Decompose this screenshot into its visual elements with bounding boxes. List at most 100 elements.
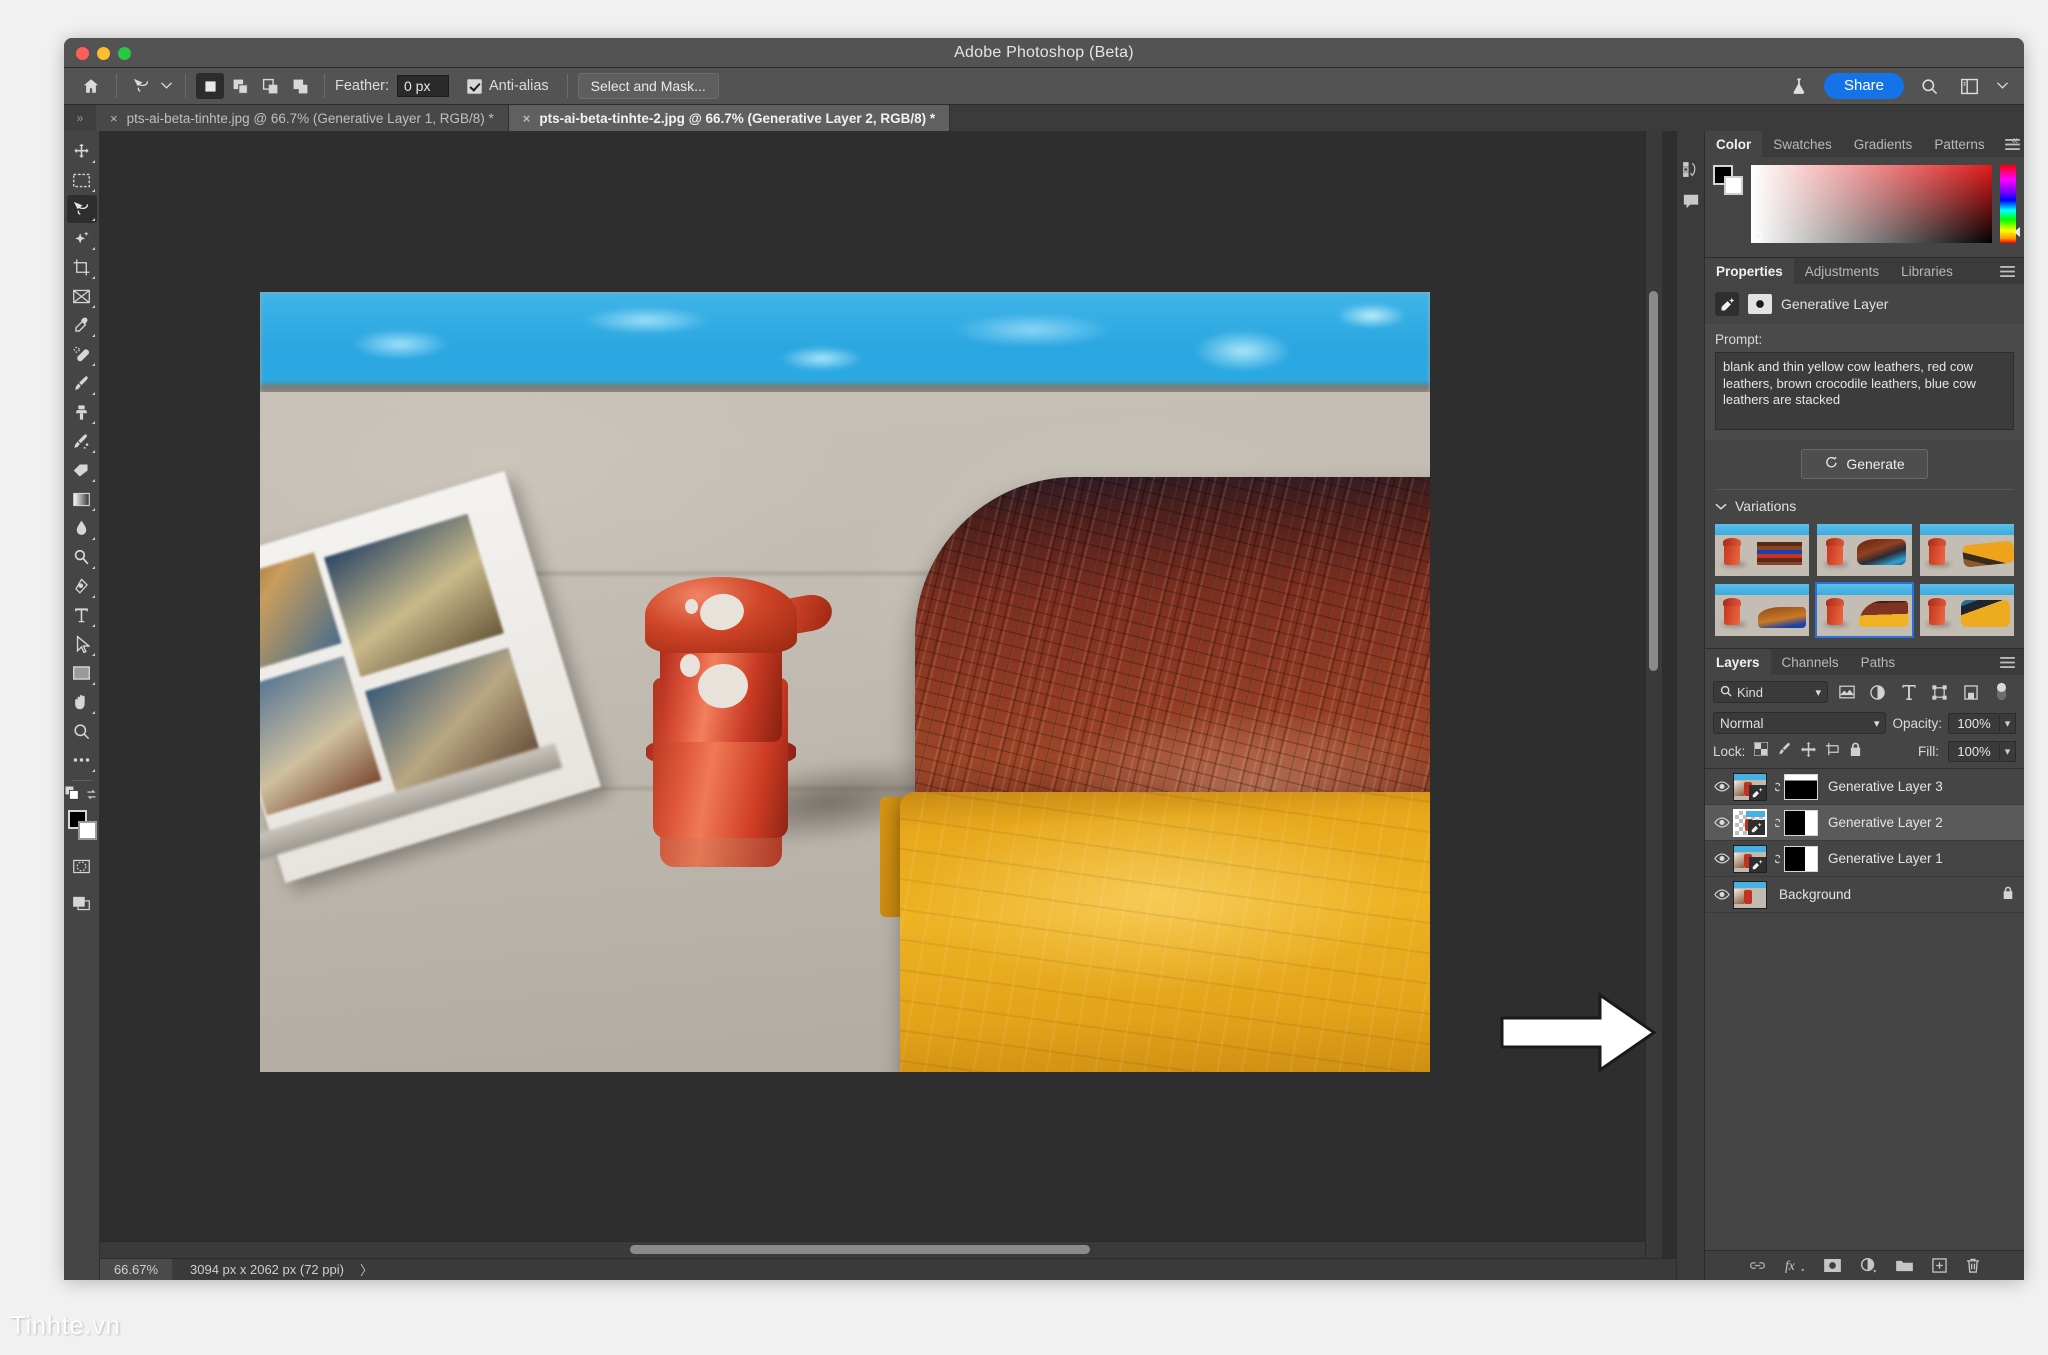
- tab-patterns[interactable]: Patterns: [1923, 131, 1995, 157]
- lock-all-icon[interactable]: [1849, 742, 1862, 762]
- color-swatches[interactable]: [67, 810, 97, 842]
- selection-mode-group[interactable]: [196, 73, 314, 99]
- layer-mask-thumbnail[interactable]: [1784, 773, 1818, 800]
- select-and-mask-button[interactable]: Select and Mask...: [577, 73, 719, 99]
- layer-visibility-toggle[interactable]: [1711, 853, 1733, 864]
- canvas-horizontal-scrollbar-track[interactable]: [100, 1241, 1645, 1258]
- layer-name[interactable]: Generative Layer 3: [1828, 779, 2024, 794]
- layer-visibility-toggle[interactable]: [1711, 781, 1733, 792]
- panel-menu-icon[interactable]: [1996, 131, 2024, 157]
- variation-thumbnail-6[interactable]: [1918, 582, 2016, 638]
- pen-tool-icon[interactable]: [67, 572, 97, 600]
- share-button[interactable]: Share: [1823, 73, 1904, 99]
- eyedropper-tool-icon[interactable]: [67, 311, 97, 339]
- hue-slider[interactable]: [2000, 165, 2020, 243]
- layer-mask-thumbnail[interactable]: [1784, 809, 1818, 836]
- healing-brush-tool-icon[interactable]: [67, 340, 97, 368]
- move-tool-icon[interactable]: [67, 137, 97, 165]
- layer-filter-kind-select[interactable]: Kind ▾: [1713, 681, 1828, 703]
- workspace-chevron-down-icon[interactable]: [1994, 73, 2010, 99]
- background-color-swatch[interactable]: [1724, 176, 1743, 195]
- object-selection-tool-icon[interactable]: [67, 224, 97, 252]
- variation-thumbnail-1[interactable]: [1713, 522, 1811, 578]
- layer-thumbnail[interactable]: [1733, 772, 1767, 801]
- checkbox-icon[interactable]: [467, 78, 482, 94]
- link-layers-icon[interactable]: [1749, 1260, 1766, 1271]
- tab-layers[interactable]: Layers: [1705, 649, 1771, 675]
- layer-mask-thumbnail[interactable]: [1784, 845, 1818, 872]
- layer-row-generative-layer-1[interactable]: Generative Layer 1: [1705, 841, 2024, 877]
- comments-icon[interactable]: [1679, 187, 1703, 215]
- lasso-tool-icon[interactable]: [127, 73, 157, 99]
- layer-mask-link-icon[interactable]: [1770, 780, 1784, 794]
- canvas-viewport[interactable]: [100, 131, 1662, 1258]
- delete-layer-icon[interactable]: [1966, 1258, 1980, 1274]
- document-artwork[interactable]: [260, 292, 1430, 1072]
- chevron-down-icon[interactable]: ▾: [1815, 686, 1821, 699]
- tool-preset-chevron-down-icon[interactable]: [157, 73, 175, 99]
- blur-tool-icon[interactable]: [67, 514, 97, 542]
- lasso-tool-icon[interactable]: [66, 195, 97, 223]
- blend-mode-select[interactable]: Normal ▾: [1713, 712, 1887, 734]
- rectangular-marquee-tool-icon[interactable]: [67, 166, 97, 194]
- opacity-chevron-down-icon[interactable]: ▾: [2000, 712, 2016, 734]
- panel-menu-icon[interactable]: [1991, 649, 2024, 675]
- history-icon[interactable]: [1679, 155, 1703, 183]
- prompt-input[interactable]: blank and thin yellow cow leathers, red …: [1715, 352, 2014, 430]
- panel-menu-icon[interactable]: [1991, 258, 2024, 284]
- canvas-horizontal-scrollbar-thumb[interactable]: [630, 1245, 1090, 1254]
- color-field[interactable]: [1751, 165, 1992, 243]
- new-layer-icon[interactable]: [1932, 1258, 1947, 1273]
- variations-header[interactable]: Variations: [1705, 490, 2024, 520]
- clone-stamp-tool-icon[interactable]: [67, 398, 97, 426]
- workspace-icon[interactable]: [1954, 73, 1984, 99]
- generate-button[interactable]: Generate: [1801, 449, 1928, 479]
- filter-type-icon[interactable]: [1896, 681, 1921, 703]
- layer-name[interactable]: Background: [1779, 887, 2002, 902]
- variation-thumbnail-4[interactable]: [1713, 582, 1811, 638]
- variation-thumbnail-2[interactable]: [1815, 522, 1913, 578]
- layer-style-fx-icon[interactable]: fx: [1785, 1258, 1805, 1273]
- tab-channels[interactable]: Channels: [1771, 649, 1850, 675]
- lock-artboard-nesting-icon[interactable]: [1825, 742, 1840, 761]
- home-icon[interactable]: [76, 73, 106, 99]
- layer-row-generative-layer-3[interactable]: Generative Layer 3: [1705, 769, 2024, 805]
- layer-name[interactable]: Generative Layer 2: [1828, 815, 2024, 830]
- new-adjustment-layer-icon[interactable]: [1860, 1258, 1877, 1273]
- hand-tool-icon[interactable]: [67, 688, 97, 716]
- anti-alias-checkbox[interactable]: Anti-alias: [467, 78, 557, 94]
- rectangle-tool-icon[interactable]: [67, 659, 97, 687]
- add-to-selection-icon[interactable]: [226, 73, 254, 99]
- feather-input[interactable]: 0 px: [397, 75, 449, 97]
- frame-tool-icon[interactable]: [67, 282, 97, 310]
- quick-mask-icon[interactable]: [67, 852, 97, 880]
- tab-adjustments[interactable]: Adjustments: [1794, 258, 1890, 284]
- collapse-chevrons-icon[interactable]: «: [2011, 133, 2018, 147]
- chevron-down-icon[interactable]: ▾: [1874, 717, 1880, 730]
- layer-thumbnail[interactable]: [1733, 844, 1767, 873]
- dodge-tool-icon[interactable]: [67, 543, 97, 571]
- filter-toggle-switch[interactable]: [1989, 681, 2014, 703]
- variations-grid[interactable]: [1705, 520, 2024, 648]
- layer-mask-link-icon[interactable]: [1770, 852, 1784, 866]
- flask-icon[interactable]: [1784, 73, 1814, 99]
- new-selection-icon[interactable]: [196, 73, 224, 99]
- lock-transparent-pixels-icon[interactable]: [1753, 741, 1769, 761]
- tab-properties[interactable]: Properties: [1705, 258, 1794, 284]
- crop-tool-icon[interactable]: [67, 253, 97, 281]
- screen-mode-icon[interactable]: [67, 889, 97, 917]
- filter-smart-object-icon[interactable]: [1958, 681, 1983, 703]
- document-tab-1[interactable]: × pts-ai-beta-tinhte.jpg @ 66.7% (Genera…: [96, 105, 509, 131]
- layer-thumbnail[interactable]: [1733, 880, 1767, 909]
- opacity-input[interactable]: 100%: [1948, 712, 2000, 734]
- default-colors-icon[interactable]: [64, 785, 81, 807]
- layer-row-generative-layer-2[interactable]: Generative Layer 2: [1705, 805, 2024, 841]
- color-panel-swatches[interactable]: [1713, 165, 1743, 195]
- variation-thumbnail-3[interactable]: [1918, 522, 2016, 578]
- layer-visibility-toggle[interactable]: [1711, 817, 1733, 828]
- canvas-vertical-scrollbar-track[interactable]: [1645, 131, 1662, 1258]
- close-icon[interactable]: ×: [110, 111, 118, 126]
- canvas-vertical-scrollbar-thumb[interactable]: [1649, 291, 1658, 671]
- search-icon[interactable]: [1914, 73, 1944, 99]
- lock-position-icon[interactable]: [1801, 741, 1817, 762]
